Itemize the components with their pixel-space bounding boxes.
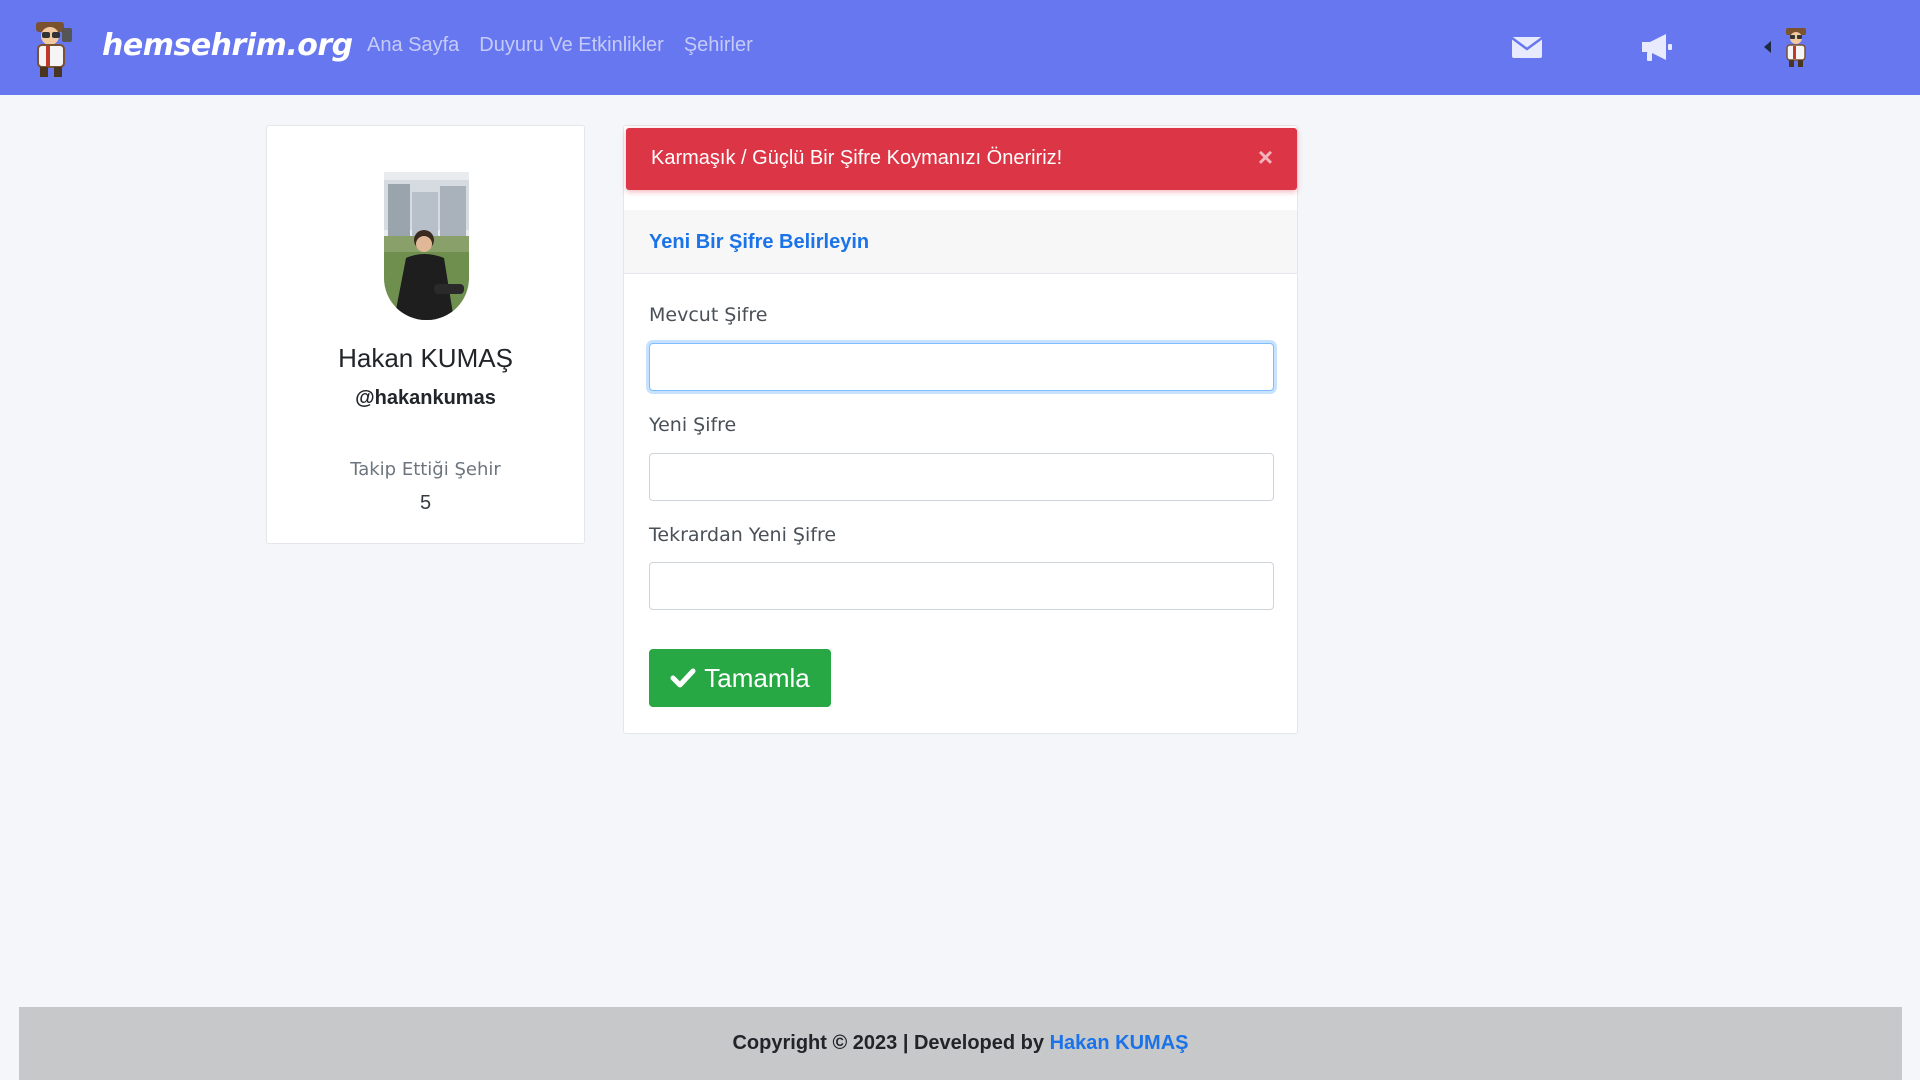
nav-link-announcements[interactable]: Duyuru Ve Etkinlikler <box>479 34 664 57</box>
megaphone-icon[interactable] <box>1638 30 1674 64</box>
password-change-card: Karmaşık / Güçlü Bir Şifre Koymanızı Öne… <box>623 125 1298 734</box>
footer-author-link[interactable]: Hakan KUMAŞ <box>1050 1032 1189 1054</box>
page-footer: Copyright © 2023 | Developed by Hakan KU… <box>19 1007 1902 1080</box>
form-title: Yeni Bir Şifre Belirleyin <box>649 231 870 253</box>
envelope-icon[interactable] <box>1509 30 1545 64</box>
current-password-label: Mevcut Şifre <box>649 304 768 326</box>
new-password-input[interactable] <box>649 453 1274 501</box>
alert-close-button[interactable]: × <box>1258 144 1273 170</box>
top-navbar: hemsehrim.org Ana Sayfa Duyuru Ve Etkinl… <box>0 0 1920 95</box>
followed-cities-count[interactable]: 5 <box>267 492 584 515</box>
explorer-mascot-logo-icon[interactable] <box>26 18 78 78</box>
main-nav: Ana Sayfa Duyuru Ve Etkinlikler Şehirler <box>367 34 753 57</box>
profile-name: Hakan KUMAŞ <box>338 343 513 373</box>
footer-text: Copyright © 2023 | Developed by Hakan KU… <box>19 1032 1902 1055</box>
user-avatar-icon <box>1786 28 1806 67</box>
profile-photo[interactable] <box>384 172 469 320</box>
user-menu-toggle[interactable] <box>1764 26 1815 68</box>
brand-name[interactable]: hemsehrim.org <box>102 28 353 63</box>
followed-cities-label: Takip Ettiği Şehir <box>350 459 501 480</box>
alert-message: Karmaşık / Güçlü Bir Şifre Koymanızı Öne… <box>651 147 1063 169</box>
current-password-input[interactable] <box>649 343 1274 391</box>
submit-button[interactable]: Tamamla <box>649 649 831 707</box>
profile-handle: @hakankumas <box>355 387 496 409</box>
profile-card: Hakan KUMAŞ @hakankumas Takip Ettiği Şeh… <box>266 125 585 544</box>
card-header: Yeni Bir Şifre Belirleyin <box>624 210 1297 274</box>
check-icon <box>670 668 696 688</box>
new-password-label: Yeni Şifre <box>649 414 737 436</box>
nav-link-cities[interactable]: Şehirler <box>684 34 753 57</box>
repeat-password-label: Tekrardan Yeni Şifre <box>649 524 837 546</box>
password-warning-alert: Karmaşık / Güçlü Bir Şifre Koymanızı Öne… <box>626 128 1297 190</box>
repeat-password-input[interactable] <box>649 562 1274 610</box>
nav-link-home[interactable]: Ana Sayfa <box>367 34 459 57</box>
copyright-text: Copyright © 2023 | Developed by <box>732 1032 1045 1054</box>
caret-left-icon <box>1764 41 1771 53</box>
submit-button-label: Tamamla <box>704 662 810 693</box>
